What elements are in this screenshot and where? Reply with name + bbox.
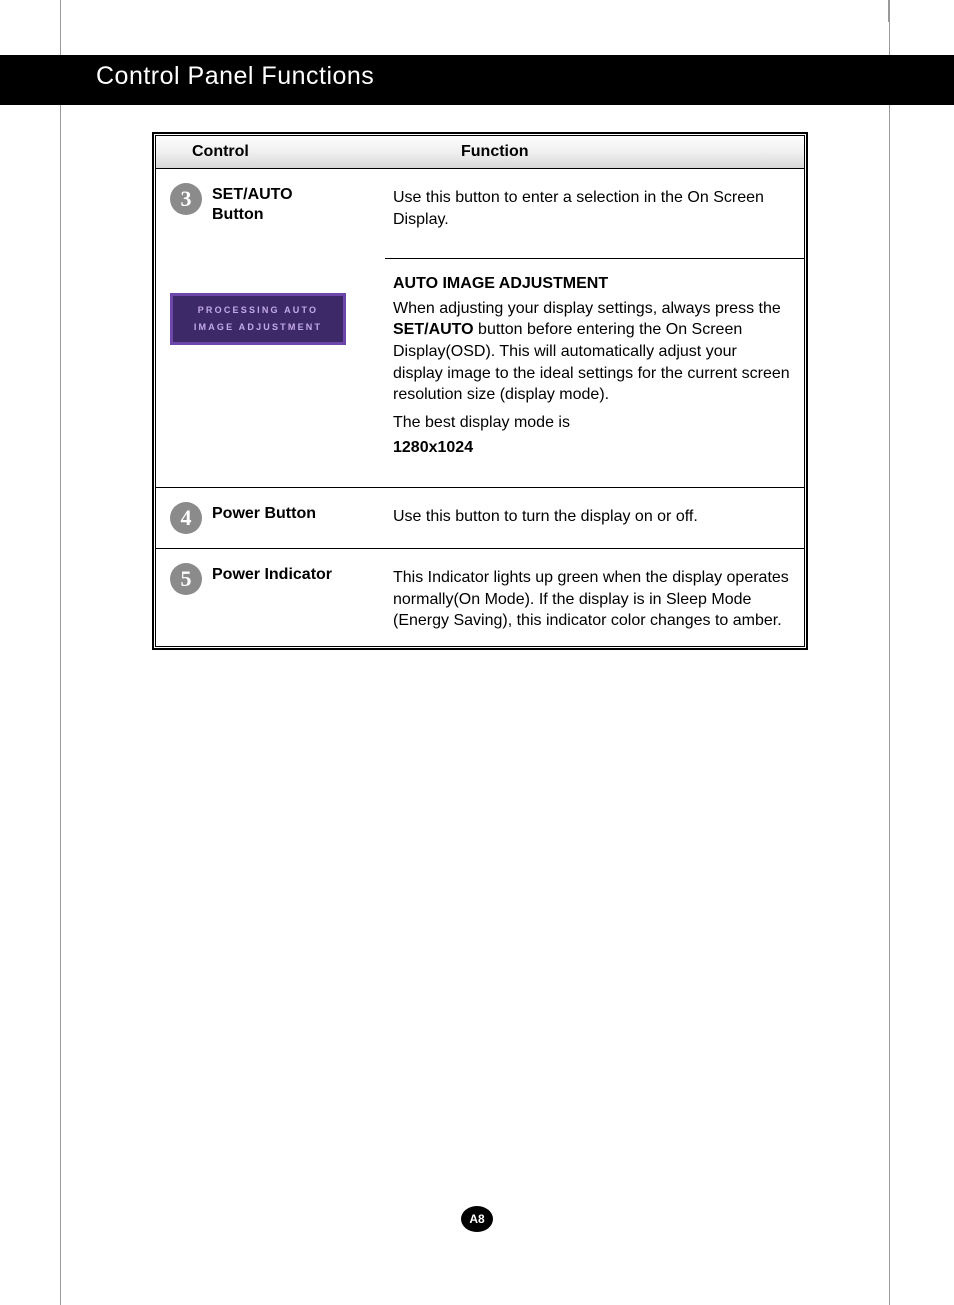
function-text: Use this button to enter a selection in …: [393, 187, 790, 230]
table-row: 5 Power Indicator This Indicator lights …: [156, 549, 804, 646]
crop-mark: [888, 0, 889, 22]
resolution-text: 1280x1024: [393, 437, 790, 459]
page-title: Control Panel Functions: [96, 62, 374, 91]
functions-table: Control Function 3 SET/AUTO Button PROCE…: [152, 132, 808, 650]
number-badge-3: 3: [170, 183, 202, 215]
table-row: 4 Power Button Use this button to turn t…: [156, 488, 804, 549]
table-header-row: Control Function: [156, 136, 804, 169]
number-badge-4: 4: [170, 502, 202, 534]
table-row: 3 SET/AUTO Button PROCESSING AUTO IMAGE …: [156, 169, 804, 488]
control-label: SET/AUTO Button: [212, 183, 293, 225]
osd-text-line1: PROCESSING AUTO: [198, 302, 319, 319]
th-control: Control: [156, 143, 385, 161]
sub-heading: AUTO IMAGE ADJUSTMENT: [393, 273, 790, 295]
page-number: A8: [469, 1212, 484, 1226]
best-mode-text: The best display mode is: [393, 412, 790, 434]
function-text: Use this button to turn the display on o…: [385, 488, 804, 548]
page-number-badge: A8: [461, 1206, 493, 1232]
osd-preview-box: PROCESSING AUTO IMAGE ADJUSTMENT: [170, 293, 346, 345]
number-badge-5: 5: [170, 563, 202, 595]
osd-text-line2: IMAGE ADJUSTMENT: [194, 319, 322, 336]
control-label: Power Indicator: [212, 563, 332, 585]
sub-body: When adjusting your display settings, al…: [393, 298, 790, 406]
control-label: Power Button: [212, 502, 316, 524]
function-text: This Indicator lights up green when the …: [385, 549, 804, 646]
th-function: Function: [385, 143, 529, 161]
